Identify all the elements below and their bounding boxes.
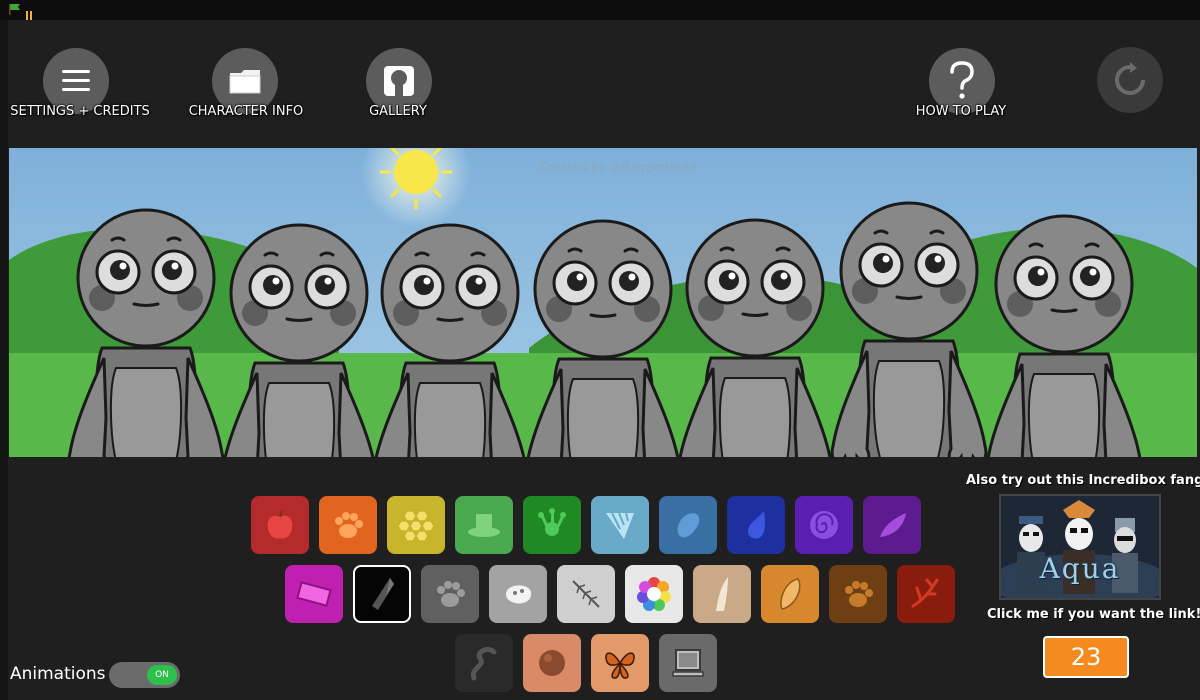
- stripes-icon: [606, 512, 634, 539]
- slot-magenta[interactable]: [285, 565, 343, 623]
- game-scene: [9, 148, 1197, 457]
- butterfly-icon: [605, 652, 635, 679]
- flower-icon: [637, 577, 671, 611]
- slot-dark-red[interactable]: [897, 565, 955, 623]
- bean-icon: [677, 513, 700, 538]
- animations-label: Animations: [10, 664, 106, 684]
- paw-gray-icon: [437, 581, 465, 607]
- slot-brown[interactable]: [829, 565, 887, 623]
- reset-button[interactable]: [1097, 47, 1163, 113]
- question-icon: [950, 61, 974, 99]
- slot-light-brown[interactable]: [761, 565, 819, 623]
- slot-light-green[interactable]: [455, 496, 513, 554]
- slot-peach[interactable]: [591, 634, 649, 692]
- slot-gray[interactable]: [421, 565, 479, 623]
- horn-icon: [716, 577, 728, 611]
- scene-art: [9, 148, 1197, 457]
- slot-tan[interactable]: [693, 565, 751, 623]
- tag-icon: [296, 581, 332, 607]
- promo-title: Also try out this Incredibox fangame!: [966, 473, 1200, 488]
- paw-brown-icon: [845, 581, 873, 607]
- gallery-label: GALLERY: [369, 104, 427, 119]
- score-counter: 23: [1043, 636, 1129, 678]
- apple-icon: [267, 510, 293, 539]
- slot-dark-gray[interactable]: [455, 634, 513, 692]
- promo-subtitle[interactable]: Click me if you want the link!: [987, 607, 1200, 622]
- slot-orange[interactable]: [319, 496, 377, 554]
- seed-icon: [780, 578, 801, 610]
- blob-icon: [506, 585, 532, 604]
- settings-label: SETTINGS + CREDITS: [10, 104, 150, 119]
- promo-image[interactable]: Aqua: [999, 494, 1161, 600]
- drop-icon: [748, 511, 765, 539]
- slot-blue[interactable]: [659, 496, 717, 554]
- honeycomb-icon: [397, 510, 435, 542]
- hat-icon: [468, 514, 500, 537]
- slot-violet[interactable]: [795, 496, 853, 554]
- ball-icon: [539, 650, 565, 676]
- how-to-play-label: HOW TO PLAY: [915, 104, 1007, 119]
- green-flag-icon[interactable]: [9, 4, 21, 15]
- folder-icon: [229, 70, 261, 94]
- slot-salmon[interactable]: [523, 634, 581, 692]
- crystal-icon: [372, 578, 394, 610]
- wing-icon: [880, 513, 906, 537]
- reset-icon: [1115, 62, 1145, 95]
- slot-black[interactable]: [353, 565, 411, 623]
- menu-icon: [62, 70, 90, 91]
- character-info-label: CHARACTER INFO: [188, 104, 304, 119]
- squiggle-icon: [470, 647, 497, 681]
- fern-icon: [572, 580, 600, 608]
- antler-icon: [911, 578, 939, 608]
- slot-dark-blue[interactable]: [727, 496, 785, 554]
- frog-hand-icon: [538, 508, 566, 536]
- monitor-icon: [672, 649, 704, 677]
- slot-multicolor[interactable]: [625, 565, 683, 623]
- slot-green[interactable]: [523, 496, 581, 554]
- slot-purple[interactable]: [863, 496, 921, 554]
- slot-red[interactable]: [251, 496, 309, 554]
- slot-light-blue[interactable]: [591, 496, 649, 554]
- toggle-knob: ON: [147, 665, 177, 685]
- gallery-icon: [384, 66, 414, 96]
- slot-yellow[interactable]: [387, 496, 445, 554]
- slot-silver[interactable]: [659, 634, 717, 692]
- top-strip: [0, 0, 1200, 20]
- paw-icon: [335, 512, 363, 538]
- slot-light-gray[interactable]: [557, 565, 615, 623]
- animations-toggle[interactable]: ON: [109, 662, 180, 688]
- slot-white[interactable]: [489, 565, 547, 623]
- credit-text: Created by @BaggerHead: [540, 160, 697, 174]
- promo-image-text: Aqua: [1039, 552, 1121, 585]
- swirl-icon: [810, 511, 838, 539]
- pause-icon[interactable]: [26, 5, 34, 20]
